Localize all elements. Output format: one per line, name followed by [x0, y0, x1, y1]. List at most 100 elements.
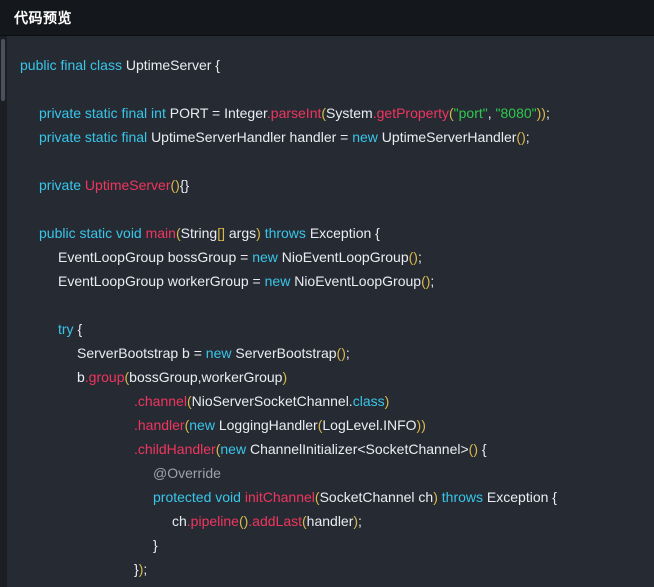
code-token-kw: public final class [20, 57, 126, 73]
code-token-plain: EventLoopGroup bossGroup = [58, 249, 253, 265]
code-line: private static final UptimeServerHandler… [7, 125, 654, 149]
code-line: protected void initChannel(SocketChannel… [7, 485, 654, 509]
code-line: .handler(new LoggingHandler(LogLevel.INF… [7, 413, 654, 437]
code-token-plain: String [180, 225, 218, 241]
code-token-plain: LogLevel.INFO [322, 417, 417, 433]
code-token-kw: try [58, 321, 78, 337]
code-line: } [7, 533, 654, 557]
code-token-plain: EventLoopGroup workerGroup = [58, 273, 265, 289]
code-token-pun: () [468, 441, 478, 457]
code-token-pun: )) [536, 105, 546, 121]
code-line: EventLoopGroup bossGroup = new NioEventL… [7, 245, 654, 269]
code-token-pun: () [408, 249, 418, 265]
code-token-pun: ) [384, 393, 390, 409]
code-token-plain: PORT = Integer [169, 105, 267, 121]
code-token-fn: .getProperty [372, 105, 449, 121]
code-line: ServerBootstrap b = new ServerBootstrap(… [7, 341, 654, 365]
code-token-fn: .group [84, 369, 125, 385]
code-token-fn: .addLast [248, 513, 302, 529]
code-token-fn: main [145, 225, 176, 241]
code-token-kw: new [352, 129, 382, 145]
code-line: ch.pipeline().addLast(handler); [7, 509, 654, 533]
code-token-pun: [] [217, 225, 225, 241]
code-token-str: "8080" [495, 105, 537, 121]
code-token-pun: )) [416, 417, 426, 433]
code-token-kw: class [352, 393, 385, 409]
code-token-fn: UptimeServer [84, 177, 171, 193]
vertical-scrollbar[interactable] [0, 36, 7, 587]
code-line: public static void main(String[] args) t… [7, 221, 654, 245]
code-token-plain: System [326, 105, 373, 121]
titlebar: 代码预览 [0, 0, 654, 36]
scrollbar-thumb[interactable] [1, 39, 5, 101]
code-token-plain: ServerBootstrap b = [77, 345, 206, 361]
code-token-plain: ChannelInitializer<SocketChannel> [249, 441, 469, 457]
code-token-kw: new [189, 417, 219, 433]
code-token-kw: protected void [153, 489, 245, 505]
code-token-kw: new [205, 345, 236, 361]
code-line: .childHandler(new ChannelInitializer<Soc… [7, 437, 654, 461]
code-token-plain: ; [417, 249, 422, 265]
code-token-pun: () [170, 177, 180, 193]
code-token-plain: ch [172, 513, 187, 529]
code-line: EventLoopGroup workerGroup = new NioEven… [7, 269, 654, 293]
code-token-fn: .childHandler [134, 441, 216, 457]
code-token-pun: () [336, 345, 346, 361]
code-token-fn: .handler [134, 417, 185, 433]
code-token-kw: private static final int [39, 105, 170, 121]
code-token-plain: NioServerSocketChannel. [191, 393, 353, 409]
code-token-pun: () [516, 129, 526, 145]
code-token-plain: args [225, 225, 257, 241]
code-token-kw: private [39, 177, 85, 193]
code-token-pun: () [421, 273, 431, 289]
code-token-plain: handler [306, 513, 354, 529]
code-token-kw: new [252, 249, 282, 265]
code-token-plain: ; [358, 513, 362, 529]
code-token-plain: b [77, 369, 85, 385]
code-token-plain: ServerBootstrap [235, 345, 337, 361]
code-token-plain: SocketChannel ch [319, 489, 434, 505]
code-token-kw: new [264, 273, 295, 289]
code-line: @Override [7, 461, 654, 485]
code-token-plain: NioEventLoopGroup [281, 249, 409, 265]
page-title: 代码预览 [14, 9, 72, 26]
code-token-kw: new [220, 441, 250, 457]
code-token-plain: { [478, 441, 487, 457]
code-token-plain: UptimeServer { [125, 57, 220, 73]
code-token-plain: ; [345, 345, 350, 361]
code-token-fn: initChannel [244, 489, 315, 505]
code-token-plain: {} [179, 177, 190, 193]
code-token-plain: LoggingHandler [218, 417, 318, 433]
code-token-ann: @Override [153, 465, 221, 481]
code-token-plain: UptimeServerHandler handler = [151, 129, 353, 145]
code-token-str: "port" [453, 105, 488, 121]
code-line: private UptimeServer(){} [7, 173, 654, 197]
code-token-kw: throws [441, 489, 487, 505]
code-line: .channel(NioServerSocketChannel.class) [7, 389, 654, 413]
code-token-plain: Exception { [309, 225, 380, 241]
code-token-kw: private static final [39, 129, 152, 145]
code-line: b.group(bossGroup,workerGroup) [7, 365, 654, 389]
code-token-fn: .parseInt [266, 105, 322, 121]
code-preview-window: 代码预览 public final class UptimeServer { pr… [0, 0, 654, 587]
code-token-kw: throws [264, 225, 310, 241]
code-token-plain: UptimeServerHandler [381, 129, 517, 145]
code-line: public final class UptimeServer { [7, 53, 654, 77]
code-token-plain: } [153, 537, 158, 553]
code-token-fn: .channel [134, 393, 187, 409]
code-token-plain: ; [430, 273, 435, 289]
code-token-pun: () [238, 513, 249, 529]
code-token-pun: ) [282, 369, 288, 385]
code-block: public final class UptimeServer { private… [7, 36, 654, 587]
code-token-plain: Exception { [486, 489, 557, 505]
code-token-plain: , [487, 105, 496, 121]
code-panel: public final class UptimeServer { private… [0, 36, 654, 587]
code-token-plain: { [77, 321, 83, 337]
code-line: private static final int PORT = Integer.… [7, 101, 654, 125]
code-token-fn: .pipeline [186, 513, 239, 529]
code-token-plain: ; [525, 129, 530, 145]
